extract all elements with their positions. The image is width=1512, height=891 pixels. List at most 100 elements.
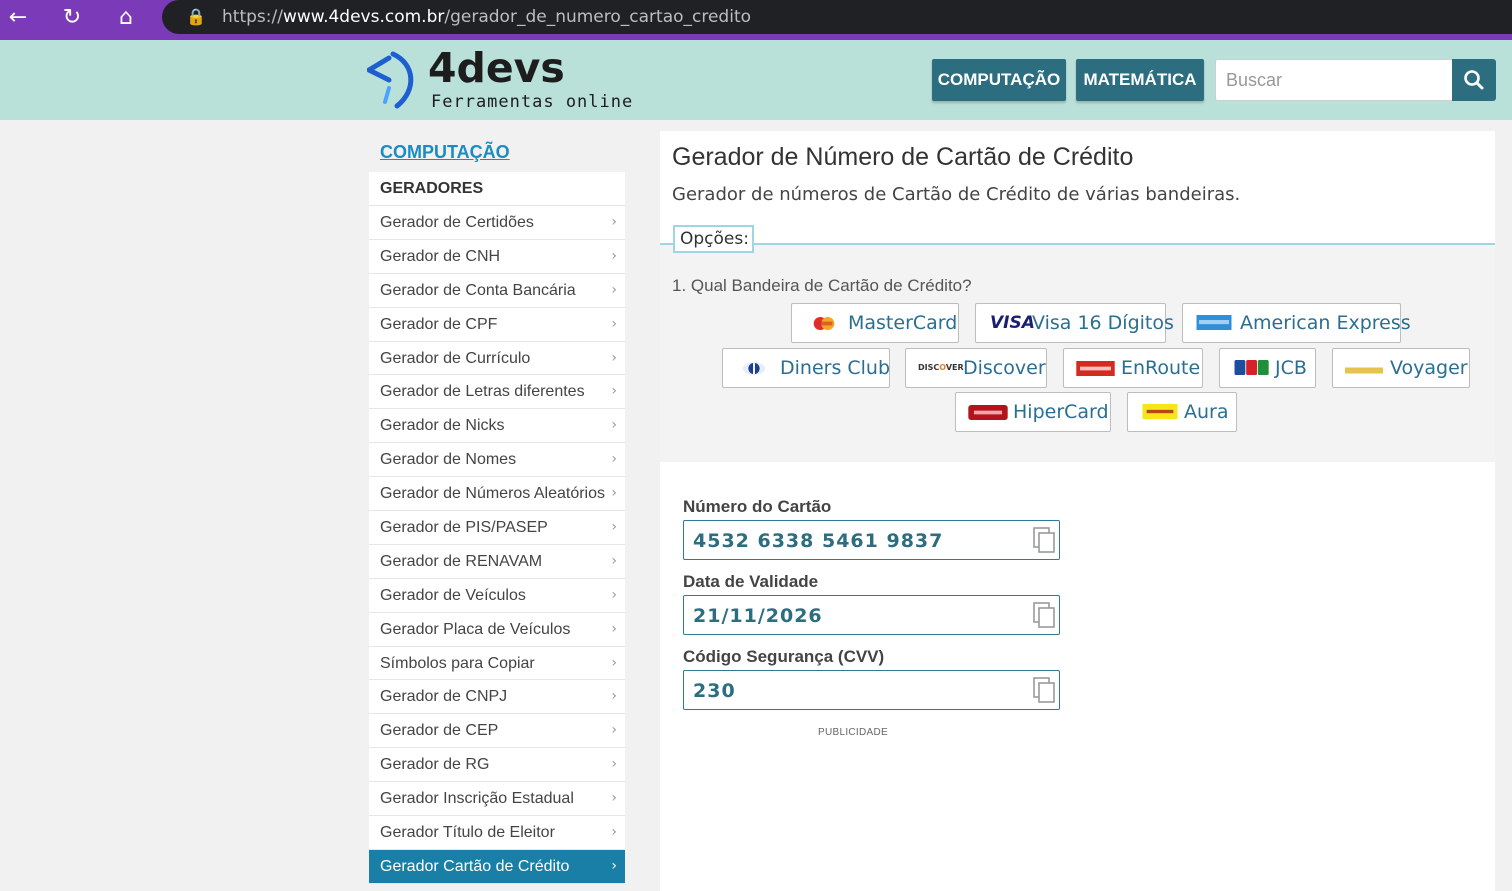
sidebar-item-label: Gerador de Nomes	[380, 451, 517, 469]
sidebar-item-label: Gerador de CNPJ	[380, 688, 508, 706]
brand-enroute-button[interactable]: EnRoute	[1063, 348, 1203, 388]
sidebar-item-label: Gerador de PIS/PASEP	[380, 519, 548, 537]
sidebar-item-letras-diferentes[interactable]: Gerador de Letras diferentes ›	[369, 375, 625, 410]
brand-amex-button[interactable]: American Express	[1182, 303, 1411, 343]
expiry-label: Data de Validade	[683, 572, 819, 591]
brand-label: Discover	[963, 357, 1046, 379]
sidebar-item-nicks[interactable]: Gerador de Nicks ›	[369, 409, 625, 444]
page-subtitle: Gerador de números de Cartão de Crédito …	[672, 184, 1241, 205]
chevron-right-icon: ›	[611, 857, 617, 874]
sidebar-item-curriculo[interactable]: Gerador de Currículo ›	[369, 342, 625, 376]
chevron-right-icon: ›	[611, 586, 617, 603]
sidebar-item-veiculos[interactable]: Gerador de Veículos ›	[369, 579, 625, 613]
logo-tagline: Ferramentas online	[431, 92, 634, 112]
sidebar-category-link[interactable]: COMPUTAÇÃO	[380, 142, 510, 163]
chevron-right-icon: ›	[611, 654, 617, 671]
sidebar-item-cnh[interactable]: Gerador de CNH ›	[369, 240, 625, 274]
visa-icon: VISA	[990, 313, 1035, 333]
search-input[interactable]: Buscar	[1215, 59, 1453, 101]
card-number-field[interactable]: 4532 6338 5461 9837	[683, 520, 1060, 560]
brand-label: Visa 16 Dígitos	[1032, 312, 1174, 334]
sidebar-item-label: Gerador de Currículo	[380, 349, 531, 367]
chevron-right-icon: ›	[611, 451, 617, 468]
brand-label: Diners Club	[780, 357, 891, 379]
card-number-label: Número do Cartão	[683, 497, 832, 516]
sidebar-section-title: GERADORES	[369, 172, 625, 206]
amex-icon	[1196, 315, 1232, 330]
sidebar-item-placa-veiculos[interactable]: Gerador Placa de Veículos ›	[369, 613, 625, 647]
brand-mastercard-button[interactable]: MasterCard	[791, 303, 959, 343]
sidebar-item-label: Gerador de CNH	[380, 247, 501, 265]
sidebar-item-label: Gerador de RENAVAM	[380, 552, 543, 570]
copy-icon[interactable]	[1033, 677, 1055, 703]
search-icon	[1464, 70, 1484, 90]
nav-computacao-button[interactable]: COMPUTAÇÃO	[932, 59, 1066, 101]
home-icon[interactable]: ⌂	[112, 4, 140, 32]
brand-visa-button[interactable]: VISA Visa 16 Dígitos	[975, 303, 1174, 343]
chevron-right-icon: ›	[611, 349, 617, 366]
url-path: /gerador_de_numero_cartao_credito	[444, 7, 752, 27]
chevron-right-icon: ›	[611, 281, 617, 298]
back-arrow-icon[interactable]: ←	[4, 4, 32, 32]
page-title: Gerador de Número de Cartão de Crédito	[672, 143, 1134, 171]
sidebar-item-nomes[interactable]: Gerador de Nomes ›	[369, 443, 625, 478]
brand-label: Aura	[1184, 401, 1229, 423]
brand-hipercard-button[interactable]: HiperCard	[955, 392, 1111, 432]
chevron-right-icon: ›	[611, 790, 617, 807]
copy-icon[interactable]	[1033, 527, 1055, 553]
chevron-right-icon: ›	[611, 620, 617, 637]
brand-label: American Express	[1240, 312, 1411, 334]
sidebar-item-cnpj[interactable]: Gerador de CNPJ ›	[369, 680, 625, 715]
chevron-right-icon: ›	[611, 688, 617, 705]
brand-voyager-button[interactable]: Voyager	[1332, 348, 1470, 388]
sidebar-item-conta-bancaria[interactable]: Gerador de Conta Bancária ›	[369, 274, 625, 308]
brand-label: HiperCard	[1013, 401, 1109, 423]
sidebar-item-label: Gerador de RG	[380, 756, 490, 774]
sidebar-item-cpf[interactable]: Gerador de CPF ›	[369, 308, 625, 342]
sidebar-item-certidoes[interactable]: Gerador de Certidões ›	[369, 206, 625, 240]
sidebar-item-titulo-eleitor[interactable]: Gerador Título de Eleitor ›	[369, 816, 625, 850]
logo-name[interactable]: 4devs	[428, 44, 565, 92]
enroute-icon	[1076, 361, 1115, 376]
cvv-value: 230	[693, 680, 736, 702]
cvv-label: Código Segurança (CVV)	[683, 647, 885, 666]
reload-icon[interactable]: ↻	[58, 4, 86, 32]
sidebar-item-label: Gerador de Nicks	[380, 417, 505, 435]
sidebar-item-label: Gerador de CPF	[380, 315, 498, 333]
discover-icon: DISCOVER	[918, 363, 964, 372]
sidebar-item-cartao-credito[interactable]: Gerador Cartão de Crédito ›	[369, 849, 625, 884]
sidebar-menu: GERADORES Gerador de Certidões › Gerador …	[369, 172, 625, 884]
logo-icon[interactable]	[367, 50, 419, 110]
sidebar-item-label: Gerador Placa de Veículos	[380, 620, 571, 638]
sidebar-item-cep[interactable]: Gerador de CEP ›	[369, 714, 625, 749]
expiry-field[interactable]: 21/11/2026	[683, 595, 1060, 635]
brand-discover-button[interactable]: DISCOVER Discover	[905, 348, 1047, 388]
brand-aura-button[interactable]: Aura	[1127, 392, 1237, 432]
search-button[interactable]	[1452, 59, 1496, 101]
browser-toolbar: ← ↻ ⌂ 🔒 https://www.4devs.com.br/gerador…	[0, 0, 1512, 37]
brand-jcb-button[interactable]: JCB	[1219, 348, 1316, 388]
options-tab: Opções:	[673, 225, 754, 253]
sidebar-item-label: Gerador Título de Eleitor	[380, 824, 555, 842]
copy-icon[interactable]	[1033, 602, 1055, 628]
sidebar-item-simbolos[interactable]: Símbolos para Copiar ›	[369, 647, 625, 681]
chevron-right-icon: ›	[611, 417, 617, 434]
sidebar-item-pis-pasep[interactable]: Gerador de PIS/PASEP ›	[369, 511, 625, 545]
chevron-right-icon: ›	[611, 519, 617, 536]
sidebar-item-numeros-aleatorios[interactable]: Gerador de Números Aleatórios ›	[369, 477, 625, 512]
brand-question: 1. Qual Bandeira de Cartão de Crédito?	[672, 276, 972, 295]
mastercard-icon	[813, 316, 835, 331]
brand-label: MasterCard	[848, 312, 958, 334]
cvv-field[interactable]: 230	[683, 670, 1060, 710]
address-bar[interactable]: 🔒 https://www.4devs.com.br/gerador_de_nu…	[162, 0, 1512, 34]
chevron-right-icon: ›	[611, 247, 617, 264]
sidebar-item-label: Gerador Inscrição Estadual	[380, 790, 574, 808]
sidebar-item-inscricao-estadual[interactable]: Gerador Inscrição Estadual ›	[369, 782, 625, 817]
sidebar-item-renavam[interactable]: Gerador de RENAVAM ›	[369, 545, 625, 579]
brand-label: EnRoute	[1121, 357, 1201, 379]
hipercard-icon	[968, 405, 1008, 420]
brand-diners-button[interactable]: Diners Club	[722, 348, 890, 388]
nav-matematica-button[interactable]: MATEMÁTICA	[1076, 59, 1204, 101]
chevron-right-icon: ›	[611, 552, 617, 569]
sidebar-item-rg[interactable]: Gerador de RG ›	[369, 748, 625, 783]
